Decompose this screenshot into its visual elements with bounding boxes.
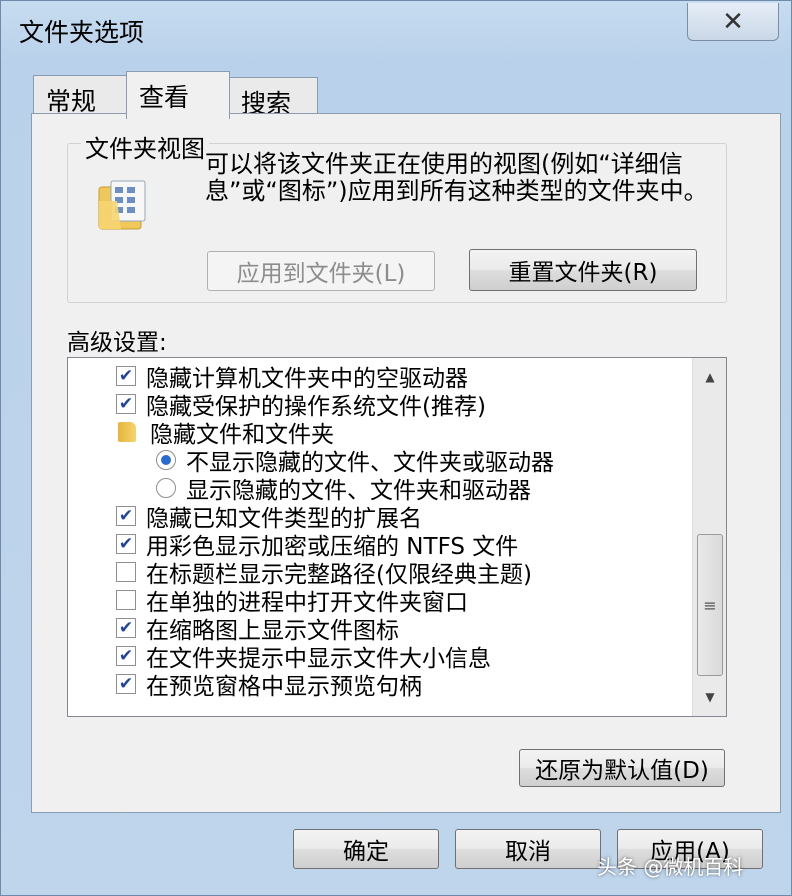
advanced-settings-list: ✔ 隐藏计算机文件夹中的空驱动器 ✔ 隐藏受保护的操作系统文件(推荐) 隐藏文件… bbox=[67, 357, 727, 717]
list-item[interactable]: 显示隐藏的文件、文件夹和驱动器 bbox=[156, 474, 531, 504]
radio-show-hidden[interactable] bbox=[156, 478, 176, 498]
tab-search[interactable]: 搜索 bbox=[228, 77, 318, 118]
folder-views-description: 可以将该文件夹正在使用的视图(例如“详细信息”或“图标”)应用到所有这种类型的文… bbox=[205, 150, 708, 205]
tab-general-label: 常规 bbox=[46, 87, 97, 116]
chevron-down-icon: ▼ bbox=[705, 690, 715, 704]
vertical-scrollbar[interactable]: ▲ ≡ ▼ bbox=[692, 358, 726, 716]
checkbox-full-path-title[interactable] bbox=[116, 562, 136, 582]
checkbox-hide-protected-files[interactable]: ✔ bbox=[116, 394, 136, 414]
close-icon: ✕ bbox=[722, 6, 744, 37]
tab-general[interactable]: 常规 bbox=[33, 75, 127, 116]
scroll-up-button[interactable]: ▲ bbox=[693, 362, 726, 392]
close-button[interactable]: ✕ bbox=[687, 3, 779, 41]
ok-button[interactable]: 确定 bbox=[293, 829, 439, 869]
list-item[interactable]: ✔ 隐藏受保护的操作系统文件(推荐) bbox=[116, 390, 486, 420]
list-item[interactable]: ✔ 在文件夹提示中显示文件大小信息 bbox=[116, 642, 491, 672]
reset-folders-button[interactable]: 重置文件夹(R) bbox=[469, 249, 697, 291]
dialog-window: 文件夹选项 ✕ 常规 查看 搜索 文件夹视图 可以将该文件夹正在使用的视图(例如… bbox=[0, 0, 792, 896]
apply-to-folders-button[interactable]: 应用到文件夹(L) bbox=[207, 251, 435, 291]
list-item[interactable]: ✔ 在预览窗格中显示预览句柄 bbox=[116, 670, 422, 700]
list-item-label: 在预览窗格中显示预览句柄 bbox=[146, 674, 422, 700]
list-item[interactable]: ✔ 隐藏计算机文件夹中的空驱动器 bbox=[116, 362, 468, 392]
scroll-down-button[interactable]: ▼ bbox=[693, 682, 726, 712]
list-item[interactable]: 在标题栏显示完整路径(仅限经典主题) bbox=[116, 558, 532, 588]
list-item[interactable]: ✔ 在缩略图上显示文件图标 bbox=[116, 614, 399, 644]
restore-defaults-button[interactable]: 还原为默认值(D) bbox=[519, 749, 725, 787]
cancel-button[interactable]: 取消 bbox=[455, 829, 601, 869]
list-item[interactable]: 在单独的进程中打开文件夹窗口 bbox=[116, 586, 468, 616]
checkbox-separate-process[interactable] bbox=[116, 590, 136, 610]
scroll-thumb[interactable]: ≡ bbox=[697, 534, 723, 676]
list-item[interactable]: 不显示隐藏的文件、文件夹或驱动器 bbox=[156, 446, 554, 476]
watermark: 头条 @微机百科 bbox=[597, 855, 744, 879]
checkbox-thumbnail-icons[interactable]: ✔ bbox=[116, 618, 136, 638]
tab-view-label: 查看 bbox=[139, 83, 190, 112]
tab-view[interactable]: 查看 bbox=[126, 71, 230, 119]
checkbox-preview-handlers[interactable]: ✔ bbox=[116, 674, 136, 694]
grip-icon: ≡ bbox=[703, 595, 717, 615]
radio-selected-dot bbox=[161, 455, 171, 465]
folder-view-icon bbox=[98, 180, 146, 230]
advanced-settings-label: 高级设置: bbox=[67, 330, 167, 356]
radio-dont-show-hidden[interactable] bbox=[156, 450, 176, 470]
folder-icon bbox=[118, 422, 136, 442]
list-item[interactable]: ✔ 隐藏已知文件类型的扩展名 bbox=[116, 502, 422, 532]
folder-views-title: 文件夹视图 bbox=[81, 129, 209, 164]
list-item[interactable]: ✔ 用彩色显示加密或压缩的 NTFS 文件 bbox=[116, 530, 518, 560]
checkbox-hide-extensions[interactable]: ✔ bbox=[116, 506, 136, 526]
checkbox-hide-empty-drives[interactable]: ✔ bbox=[116, 366, 136, 386]
checkbox-folder-size-tips[interactable]: ✔ bbox=[116, 646, 136, 666]
list-item: 隐藏文件和文件夹 bbox=[118, 418, 334, 448]
window-title: 文件夹选项 bbox=[19, 18, 145, 47]
chevron-up-icon: ▲ bbox=[705, 370, 715, 384]
checkbox-color-ntfs[interactable]: ✔ bbox=[116, 534, 136, 554]
